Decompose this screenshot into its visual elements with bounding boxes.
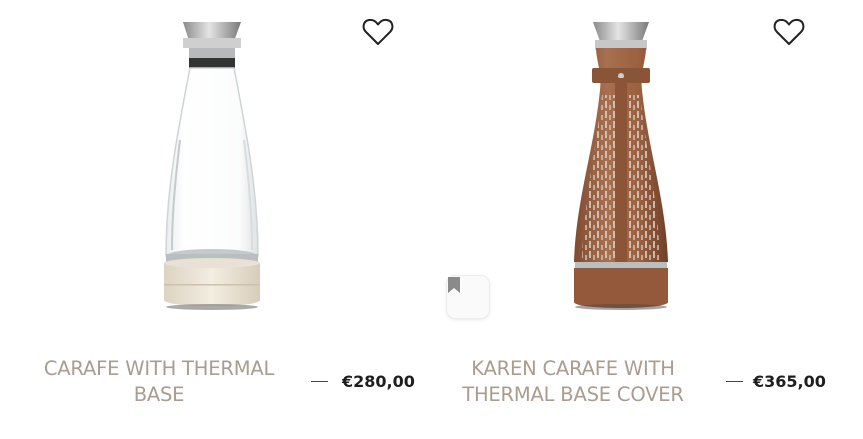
product-image[interactable] <box>0 0 412 330</box>
product-price: €280,00 <box>342 372 415 391</box>
product-title[interactable]: CARAFE WITH THERMAL BASE <box>24 356 294 408</box>
wishlist-heart-icon[interactable] <box>772 16 806 48</box>
product-title[interactable]: KAREN CARAFE WITH THERMAL BASE COVER <box>450 356 696 408</box>
product-image[interactable] <box>412 0 824 330</box>
product-price: €365,00 <box>753 372 826 391</box>
price-dash <box>311 381 328 382</box>
bookmark-button[interactable] <box>446 275 490 319</box>
price-dash <box>726 381 743 382</box>
product-card[interactable]: CARAFE WITH THERMAL BASE €280,00 <box>0 0 415 439</box>
product-card[interactable]: KAREN CARAFE WITH THERMAL BASE COVER €36… <box>412 0 826 439</box>
wishlist-heart-icon[interactable] <box>361 16 395 48</box>
